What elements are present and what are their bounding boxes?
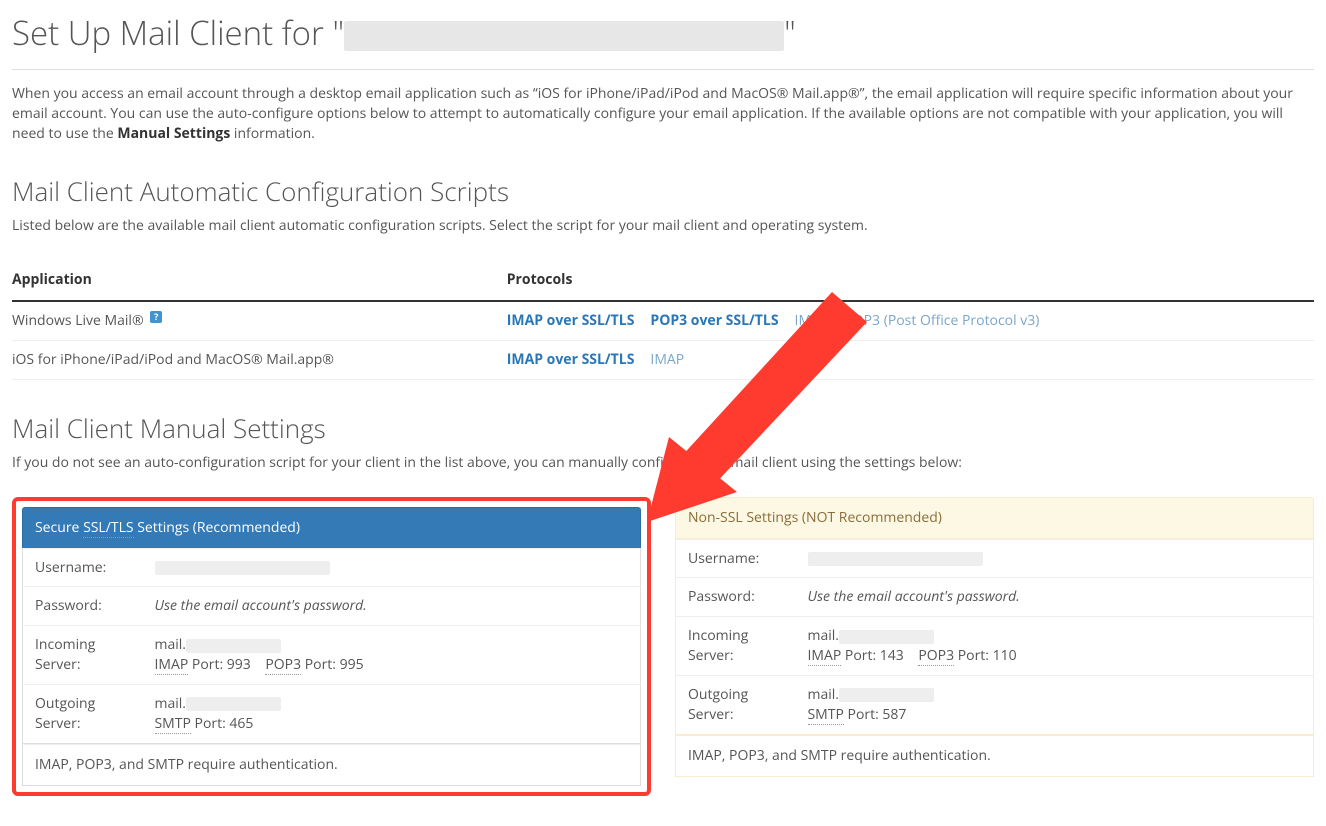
nonssl-imap-abbr: IMAP — [808, 646, 842, 666]
protocols-cell: IMAP over SSL/TLS IMAP — [507, 341, 1314, 380]
table-row: Windows Live Mail® ?IMAP over SSL/TLS POP… — [12, 301, 1314, 340]
app-name-cell: Windows Live Mail® ? — [12, 301, 507, 340]
nonssl-pop3-abbr: POP3 — [918, 646, 954, 666]
ssl-header-abbr: SSL/TLS — [83, 518, 134, 538]
col-protocols: Protocols — [507, 260, 1314, 301]
nonssl-panel-header: Non-SSL Settings (NOT Recommended) — [675, 497, 1314, 539]
nonssl-incoming-label: Incoming Server: — [676, 617, 796, 676]
nonssl-password-value: Use the email account's password. — [796, 578, 1314, 617]
ssl-incoming-label: Incoming Server: — [23, 626, 143, 685]
protocol-link[interactable]: IMAP — [795, 311, 829, 330]
redacted-email — [344, 21, 784, 51]
nonssl-incoming-host-prefix: mail. — [808, 626, 840, 645]
nonssl-imap-port-label: Port: — [841, 646, 880, 665]
ssl-password-hint: Use the email account's password. — [155, 596, 367, 615]
nonssl-pop3-port-label: Port: — [954, 646, 993, 665]
nonssl-settings-panel: Non-SSL Settings (NOT Recommended) Usern… — [675, 497, 1314, 777]
nonssl-incoming-value: mail. IMAP Port: 143 POP3 Port: 110 — [796, 617, 1314, 676]
ssl-panel-header: Secure SSL/TLS Settings (Recommended) — [22, 507, 641, 548]
ssl-pop3-port: 995 — [340, 655, 364, 674]
redacted-incoming-host-ns — [839, 630, 934, 644]
col-application: Application — [12, 260, 507, 301]
intro-paragraph: When you access an email account through… — [12, 84, 1314, 144]
redacted-username-ns — [808, 552, 983, 566]
ssl-incoming-value: mail. IMAP Port: 993 POP3 Port: 995 — [143, 626, 641, 685]
redacted-incoming-host-ssl — [186, 639, 281, 653]
protocol-link[interactable]: POP3 over SSL/TLS — [650, 311, 778, 330]
auto-config-heading: Mail Client Automatic Configuration Scri… — [12, 173, 1314, 210]
ssl-outgoing-host-prefix: mail. — [155, 694, 187, 713]
nonssl-outgoing-label: Outgoing Server: — [676, 676, 796, 735]
page-title-prefix: Set Up Mail Client for " — [12, 10, 344, 55]
table-row: iOS for iPhone/iPad/iPod and MacOS® Mail… — [12, 341, 1314, 380]
nonssl-smtp-abbr: SMTP — [808, 705, 844, 725]
ssl-outgoing-label: Outgoing Server: — [23, 685, 143, 744]
nonssl-smtp-port: 587 — [882, 705, 906, 724]
nonssl-outgoing-value: mail. SMTP Port: 587 — [796, 676, 1314, 735]
nonssl-imap-port: 143 — [880, 646, 904, 665]
protocol-link[interactable]: IMAP over SSL/TLS — [507, 350, 635, 369]
ssl-auth-note: IMAP, POP3, and SMTP require authenticat… — [22, 744, 641, 786]
redacted-outgoing-host-ns — [839, 688, 934, 702]
redacted-username — [155, 561, 330, 575]
nonssl-auth-note: IMAP, POP3, and SMTP require authenticat… — [675, 735, 1314, 777]
ssl-outgoing-value: mail. SMTP Port: 465 — [143, 685, 641, 744]
nonssl-pop3-port: 110 — [993, 646, 1017, 665]
nonssl-smtp-port-label: Port: — [844, 705, 883, 724]
nonssl-password-hint: Use the email account's password. — [808, 587, 1020, 606]
intro-text-2: information. — [230, 124, 315, 143]
intro-bold: Manual Settings — [117, 124, 230, 143]
ssl-pop3-port-label: Port: — [301, 655, 340, 674]
nonssl-username-value — [796, 539, 1314, 578]
nonssl-outgoing-host-prefix: mail. — [808, 685, 840, 704]
nonssl-username-label: Username: — [676, 539, 796, 578]
ssl-imap-port-label: Port: — [188, 655, 227, 674]
ssl-pop3-abbr: POP3 — [265, 655, 301, 675]
ssl-imap-port: 993 — [227, 655, 251, 674]
ssl-password-label: Password: — [23, 587, 143, 626]
auto-config-desc: Listed below are the available mail clie… — [12, 216, 1314, 236]
ssl-smtp-port-label: Port: — [191, 714, 230, 733]
ssl-smtp-abbr: SMTP — [155, 714, 191, 734]
nonssl-password-label: Password: — [676, 578, 796, 617]
ssl-highlight-box: Secure SSL/TLS Settings (Recommended) Us… — [12, 497, 651, 796]
protocol-link[interactable]: IMAP over SSL/TLS — [507, 311, 635, 330]
ssl-imap-abbr: IMAP — [155, 655, 189, 675]
page-title: Set Up Mail Client for " " — [12, 10, 1314, 70]
redacted-outgoing-host-ssl — [186, 697, 281, 711]
ssl-username-value — [143, 548, 641, 587]
manual-settings-heading: Mail Client Manual Settings — [12, 410, 1314, 447]
page-title-suffix: " — [784, 10, 796, 55]
ssl-smtp-port: 465 — [229, 714, 253, 733]
ssl-header-pre: Secure — [35, 518, 83, 537]
manual-settings-desc: If you do not see an auto-configuration … — [12, 453, 1314, 473]
scripts-table: Application Protocols Windows Live Mail®… — [12, 260, 1314, 380]
help-icon[interactable]: ? — [150, 311, 162, 323]
ssl-username-label: Username: — [23, 548, 143, 587]
protocol-link[interactable]: IMAP — [650, 350, 684, 369]
ssl-header-post: Settings (Recommended) — [134, 518, 300, 537]
ssl-settings-panel: Secure SSL/TLS Settings (Recommended) Us… — [22, 507, 641, 786]
protocols-cell: IMAP over SSL/TLS POP3 over SSL/TLS IMAP PO… — [507, 301, 1314, 340]
ssl-incoming-host-prefix: mail. — [155, 635, 187, 654]
ssl-password-value: Use the email account's password. — [143, 587, 641, 626]
protocol-link[interactable]: POP3 (Post Office Protocol v3) — [844, 311, 1039, 330]
app-name-cell: iOS for iPhone/iPad/iPod and MacOS® Mail… — [12, 341, 507, 380]
